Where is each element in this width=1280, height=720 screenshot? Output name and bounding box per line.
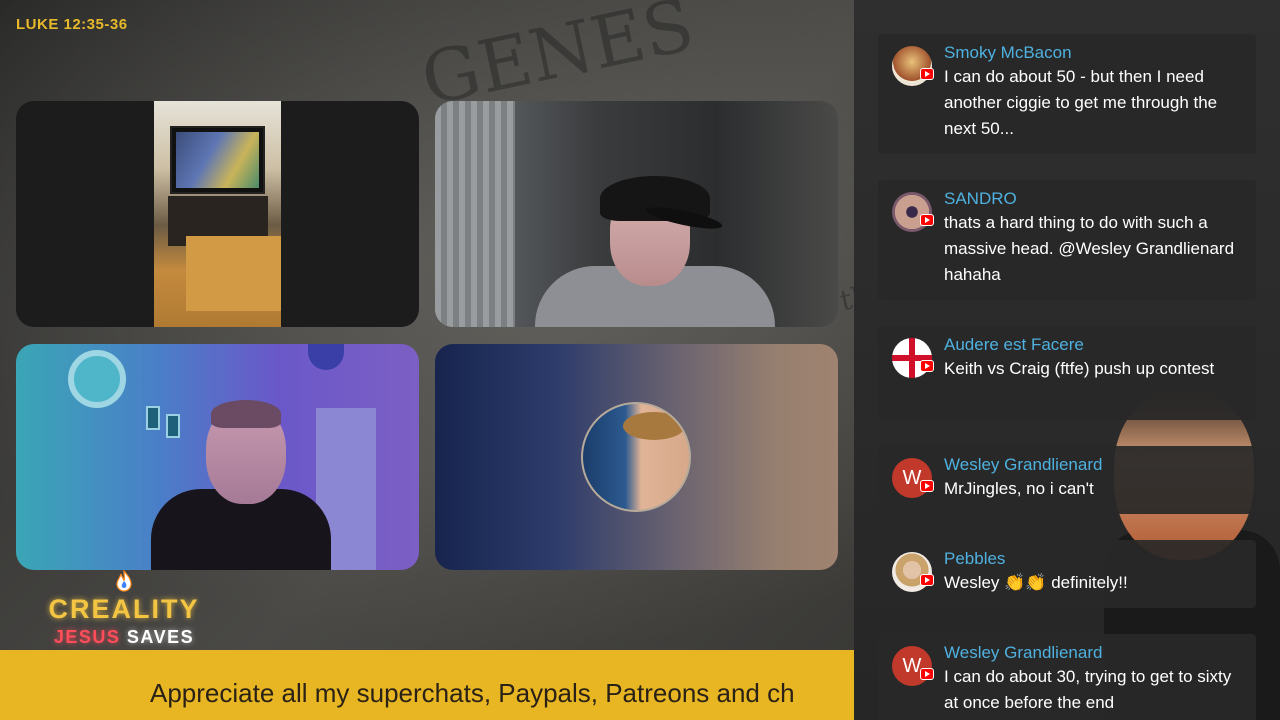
participant-hair [211,400,281,428]
chat-text: I can do about 30, trying to get to sixt… [944,667,1232,712]
chat-message[interactable]: W Wesley Grandlienard I can do about 30,… [878,634,1256,720]
england-flag-icon [892,338,932,378]
chat-message[interactable]: Smoky McBacon I can do about 50 - but th… [878,34,1256,154]
chat-text: thats a hard thing to do with such a mas… [944,213,1235,284]
letter-avatar: W [892,458,932,498]
eye-avatar-icon [892,192,932,232]
youtube-icon [920,574,934,586]
youtube-icon [920,668,934,680]
brand-title: CREALITY [48,594,200,624]
chat-author[interactable]: Wesley Grandlienard [944,454,1242,476]
youtube-icon [920,360,934,372]
video-tile-4[interactable] [435,344,838,570]
chat-text: I can do about 50 - but then I need anot… [944,67,1218,138]
youtube-icon [920,214,934,226]
chat-author[interactable]: Audere est Facere [944,334,1242,356]
chat-author[interactable]: Smoky McBacon [944,42,1242,64]
video-tile-2[interactable] [435,101,838,327]
chat-message[interactable]: SANDRO thats a hard thing to do with suc… [878,180,1256,300]
brand-subtitle-white: SAVES [126,627,195,647]
chat-message[interactable]: W Wesley Grandlienard MrJingles, no i ca… [878,446,1256,514]
chat-author[interactable]: Wesley Grandlienard [944,642,1242,664]
tv-in-video [170,126,265,194]
burger-avatar-icon [892,46,932,86]
picture-frame [146,406,160,430]
chat-text: Keith vs Craig (ftfe) push up contest [944,359,1215,378]
chat-text: MrJingles, no i can't [944,479,1094,498]
youtube-icon [920,480,934,492]
box-in-video [186,236,281,311]
chat-text: Wesley 👏👏 definitely!! [944,573,1128,592]
participant-video [525,141,775,327]
video-tile-3[interactable] [16,344,419,570]
chat-author[interactable]: SANDRO [944,188,1242,210]
letter-avatar: W [892,646,932,686]
woman-avatar-icon [892,552,932,592]
youtube-icon [920,68,934,80]
live-chat-panel[interactable]: Smoky McBacon I can do about 50 - but th… [854,0,1280,720]
brand-subtitle: JESUS SAVES [24,627,224,648]
participant-avatar [581,402,691,512]
channel-logo: CREALITY JESUS SAVES [24,570,224,648]
chat-author[interactable]: Pebbles [944,548,1242,570]
lamp-in-video [308,344,344,370]
chat-message[interactable]: Audere est Facere Keith vs Craig (ftfe) … [878,326,1256,420]
video-tile-1[interactable] [16,101,419,327]
ticker-text: Appreciate all my superchats, Paypals, P… [150,678,795,708]
brand-subtitle-red: JESUS [53,627,121,647]
chat-message[interactable]: Pebbles Wesley 👏👏 definitely!! [878,540,1256,608]
mirror-in-video [68,350,126,408]
curtain-in-video [435,101,515,327]
picture-frame [166,414,180,438]
verse-reference: LUKE 12:35-36 [16,16,128,33]
flame-icon [116,570,132,592]
